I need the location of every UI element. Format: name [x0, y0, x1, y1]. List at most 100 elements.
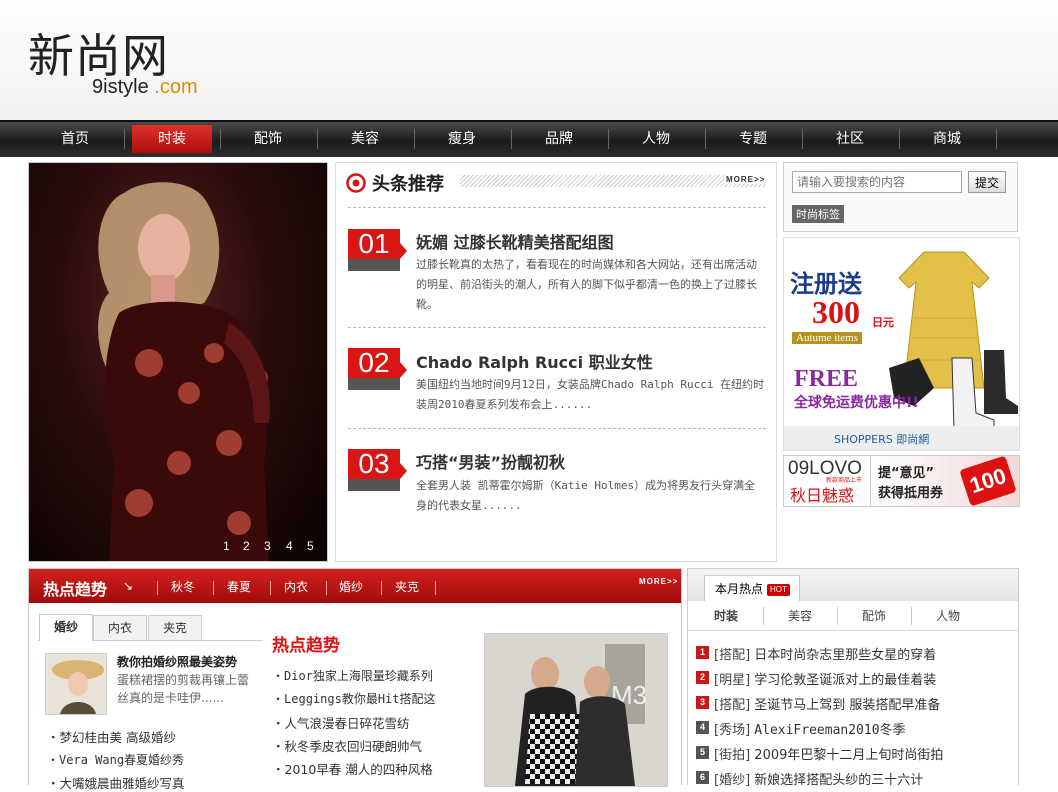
ad-free-text: FREE — [794, 366, 859, 392]
slideshow-page-3[interactable]: 3 — [264, 539, 271, 553]
month-hot-item[interactable]: [秀场] AlexiFreeman2010冬季 — [714, 719, 906, 738]
headline-item-title[interactable]: 妩媚 过膝长靴精美搭配组图 — [416, 229, 614, 253]
search-input[interactable] — [792, 171, 962, 193]
month-hot-item[interactable]: [搭配] 圣诞节马上驾到 服装搭配早准备 — [714, 694, 940, 713]
subtab-beauty[interactable]: 美容 — [764, 603, 836, 629]
headline-item-title[interactable]: 巧搭“男装”扮靓初秋 — [416, 449, 565, 473]
hero-model-image[interactable] — [29, 163, 327, 561]
ad-banner-shoppers[interactable]: 注册送 300 日元 Autume items FREE 全球免运费优惠中!! … — [783, 237, 1020, 451]
fashion-tags-label[interactable]: 时尚标签 — [792, 205, 844, 223]
ad-autumn-items: Autume items — [792, 332, 863, 344]
tab-separator — [270, 581, 271, 595]
slideshow-page-2[interactable]: 2 — [243, 539, 250, 553]
nav-item-slimming[interactable]: 瘦身 — [414, 125, 510, 153]
hero-slideshow[interactable]: 1 2 3 4 5 — [28, 162, 328, 562]
item-title: 2009年巴黎十二月上旬时尚街拍 — [754, 748, 944, 763]
headline-item-summary: 过膝长靴真的太热了，看看现在的时尚媒体和各大网站，还有出席活动的明星、前沿街头的… — [416, 258, 757, 311]
hot-trend-item[interactable]: ・秋冬季皮衣回归硬朗帅气 — [272, 736, 422, 755]
month-hot-item[interactable]: [搭配] 日本时尚杂志里那些女星的穿着 — [714, 644, 936, 663]
list-item-text: Dior独家上海限量珍藏系列 — [284, 669, 433, 683]
divider — [348, 327, 766, 328]
nav-item-people[interactable]: 人物 — [608, 125, 704, 153]
headline-item-title[interactable]: Chado Ralph Rucci 职业女性 — [416, 349, 653, 373]
hot-trend-item[interactable]: ・人气浪漫春日碎花雪纺 — [272, 713, 410, 732]
nav-item-community[interactable]: 社区 — [802, 125, 898, 153]
tab-separator — [381, 581, 382, 595]
item-title: 日本时尚杂志里那些女星的穿着 — [754, 648, 937, 663]
slideshow-page-4[interactable]: 4 — [286, 539, 293, 553]
nav-item-mall[interactable]: 商城 — [899, 125, 995, 153]
wedding-list-item[interactable]: ・大嘴娥晨曲雅婚纱写真 — [47, 773, 185, 792]
rank-badge: 3 — [696, 696, 709, 709]
tab-wedding[interactable]: 婚纱 — [39, 614, 93, 641]
tab-separator — [213, 581, 214, 595]
nav-item-accessories[interactable]: 配饰 — [220, 125, 316, 153]
subtab-people[interactable]: 人物 — [912, 603, 984, 629]
item-category: [秀场] — [714, 723, 751, 738]
trend-tab-autumn-winter[interactable]: 秋冬 — [171, 578, 195, 595]
ad-unit: 日元 — [872, 316, 894, 329]
item-category: [明星] — [714, 673, 751, 688]
ad-brand: SHOPPERS 即尚網 — [834, 433, 930, 446]
trend-couple-photo[interactable]: M3 — [484, 633, 668, 787]
search-submit-button[interactable]: 提交 — [968, 171, 1006, 193]
month-hot-item[interactable]: [街拍] 2009年巴黎十二月上旬时尚街拍 — [714, 744, 943, 763]
headline-more-link[interactable]: MORE>> — [724, 175, 768, 184]
nav-item-fashion[interactable]: 时装 — [132, 125, 212, 153]
tab-jacket[interactable]: 夹克 — [148, 615, 202, 640]
badge-arrow — [400, 243, 407, 259]
tab-lingerie[interactable]: 内衣 — [93, 615, 147, 640]
wedding-list-item[interactable]: ・Vera Wang春夏婚纱秀 — [47, 751, 184, 768]
wedding-list-item[interactable]: ・梦幻桂由美 高级婚纱 — [47, 727, 176, 746]
logo-english[interactable]: 9istyle .com — [92, 76, 198, 99]
ad-banner-lovo[interactable]: 09LOVO 新款商品上市 秋日魅惑 提“意见” 获得抵用券 100 — [783, 455, 1020, 507]
tab-month-hot[interactable]: 本月热点 HOT — [704, 575, 800, 601]
item-category: [街拍] — [714, 748, 751, 763]
hot-trend-item[interactable]: ・Dior独家上海限量珍藏系列 — [272, 667, 433, 684]
subtab-fashion[interactable]: 时装 — [690, 603, 762, 629]
ad-amount: 300 — [812, 294, 860, 330]
headline-item-summary: 全套男人装 凯蒂霍尔姆斯（Katie Holmes）成为将男友行头穿满全身的代表… — [416, 479, 756, 512]
rank-badge: 5 — [696, 746, 709, 759]
wedding-feature-title[interactable]: 教你拍婚纱照最美姿势 — [117, 653, 237, 670]
nav-item-beauty[interactable]: 美容 — [317, 125, 413, 153]
tab-separator — [326, 581, 327, 595]
main-nav: 首页 时装 配饰 美容 瘦身 品牌 人物 专题 社区 商城 — [0, 120, 1058, 157]
month-hot-panel: 本月热点 HOT 时装 美容 配饰 人物 1 [搭配] 日本时尚杂志里那些女星的穿着… — [687, 568, 1019, 788]
slideshow-page-1[interactable]: 1 — [223, 539, 230, 553]
hot-trend-item[interactable]: ・Leggings教你最Hit搭配这 — [272, 690, 436, 707]
rank-number: 03 — [348, 449, 400, 479]
rank-badge: 2 — [696, 671, 709, 684]
rank-number: 02 — [348, 348, 400, 378]
hot-trend-item[interactable]: ・2010早春 潮人的四种风格 — [272, 759, 433, 778]
rank-badge-02: 02 — [348, 348, 407, 390]
logo-english-suffix: .com — [154, 76, 198, 98]
search-panel: 提交 时尚标签 — [783, 162, 1018, 232]
list-item-text: 梦幻桂由美 高级婚纱 — [59, 730, 176, 745]
rank-badge-03: 03 — [348, 449, 407, 491]
trend-more-link[interactable]: MORE>> — [639, 577, 678, 586]
nav-item-brands[interactable]: 品牌 — [511, 125, 607, 153]
headline-item-summary: 美国纽约当地时间9月12日，女装品牌Chado Ralph Rucci 在纽约时… — [416, 378, 765, 411]
list-item-text: 2010早春 潮人的四种风格 — [284, 762, 433, 777]
badge-shadow — [348, 378, 400, 390]
nav-item-home[interactable]: 首页 — [27, 125, 123, 153]
slideshow-page-5[interactable]: 5 — [307, 539, 314, 553]
divider — [348, 428, 766, 429]
trend-tab-jacket[interactable]: 夹克 — [395, 578, 419, 595]
trend-tab-wedding[interactable]: 婚纱 — [339, 578, 363, 595]
badge-arrow — [400, 362, 407, 378]
month-hot-item[interactable]: [婚纱] 新娘选择搭配头纱的三十六计 — [714, 769, 923, 788]
nav-separator — [996, 129, 997, 149]
wedding-feature-thumbnail[interactable] — [45, 653, 107, 715]
month-hot-item[interactable]: [明星] 学习伦敦圣诞派对上的最佳着装 — [714, 669, 936, 688]
item-title: 学习伦敦圣诞派对上的最佳着装 — [754, 673, 937, 688]
headline-panel: 头条推荐 MORE>> 01 妩媚 过膝长靴精美搭配组图 过膝长靴真的太热了，看… — [335, 162, 777, 562]
nav-item-topics[interactable]: 专题 — [705, 125, 801, 153]
hot-trend-title: 热点趋势 — [272, 636, 340, 656]
trend-tab-spring-summer[interactable]: 春夏 — [227, 578, 251, 595]
item-category: [搭配] — [714, 648, 751, 663]
subtab-accessories[interactable]: 配饰 — [838, 603, 910, 629]
trend-tab-lingerie[interactable]: 内衣 — [284, 578, 308, 595]
nav-separator — [124, 129, 125, 149]
